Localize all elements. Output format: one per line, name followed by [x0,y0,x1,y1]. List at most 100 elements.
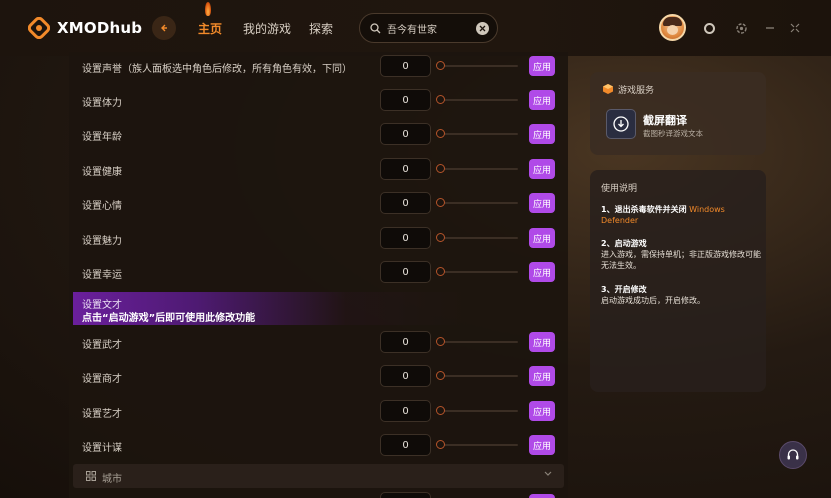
locked-option-banner: 设置文才 点击“启动游戏”后即可使用此修改功能 [73,292,568,325]
value-input[interactable] [380,434,431,456]
apply-button[interactable]: 应用 [529,124,555,144]
settings-icon[interactable] [733,20,749,36]
service-item-name[interactable]: 截屏翻译 [643,112,687,128]
help-step-3: 3、开启修改 启动游戏成功后，开启修改。 [601,284,761,306]
slider-track[interactable] [438,202,518,204]
section-header-city[interactable]: 城市 [73,464,564,488]
value-input[interactable] [380,123,431,145]
slider-track[interactable] [438,410,518,412]
option-label: 设置商才 [82,374,122,385]
app-logo[interactable]: XMODhub [28,16,142,40]
slider-track[interactable] [438,444,518,446]
option-label: 设置心情 [82,201,122,212]
option-row: 设置武才 应用 [69,326,568,360]
minimize-button[interactable] [762,20,778,36]
help-title: 使用说明 [601,184,638,194]
slider-track[interactable] [438,341,518,343]
option-row: 设置魅力 应用 [69,222,568,256]
option-row: 设置健康 应用 [69,153,568,187]
help-step-2: 2、启动游戏 进入游戏，需保持单机；非正版游戏修改可能无法生效。 [601,238,761,271]
step2-body: 进入游戏，需保持单机；非正版游戏修改可能无法生效。 [601,250,761,270]
clear-search-button[interactable] [476,22,489,35]
apply-button[interactable]: 应用 [529,228,555,248]
slider-thumb[interactable] [436,129,445,138]
xmod-logo-icon [28,17,50,39]
tab-home[interactable]: 主页 [198,20,222,37]
step1-title: 1、退出杀毒软件并关闭 [601,205,687,214]
slider-thumb[interactable] [436,406,445,415]
screenshot-translate-tile[interactable] [606,109,636,139]
slider-thumb[interactable] [436,233,445,242]
slider-track[interactable] [438,65,518,67]
apply-button[interactable]: 应用 [529,262,555,282]
apply-button[interactable]: 应用 [529,366,555,386]
slider-track[interactable] [438,168,518,170]
banner-warning: 点击“启动游戏”后即可使用此修改功能 [82,313,256,324]
apply-button[interactable]: 应用 [529,56,555,76]
minimize-icon [766,27,774,29]
apply-button[interactable]: 应用 [529,332,555,352]
search-icon [370,22,381,33]
slider-thumb[interactable] [436,198,445,207]
value-input[interactable] [380,331,431,353]
slider-thumb[interactable] [436,440,445,449]
slider-track[interactable] [438,99,518,101]
grid-icon [86,471,96,481]
slider-thumb[interactable] [436,61,445,70]
option-row: 设置商才 应用 [69,360,568,394]
back-button[interactable] [152,16,176,40]
step3-title: 3、开启修改 [601,285,647,294]
game-service-card: 游戏服务 截屏翻译 截图秒译游戏文本 [590,72,766,155]
slider-track[interactable] [438,375,518,377]
apply-button[interactable]: 应用 [529,435,555,455]
value-input[interactable] [380,192,431,214]
slider-track[interactable] [438,237,518,239]
usage-instructions-card: 使用说明 1、退出杀毒软件并关闭 Windows Defender 2、启动游戏… [590,170,766,392]
apply-button[interactable]: 应用 [529,193,555,213]
apply-button[interactable]: 应用 [529,90,555,110]
value-input[interactable] [380,55,431,77]
option-row: 设置心情 应用 [69,187,568,221]
apply-button[interactable]: 应用 [529,401,555,421]
support-button[interactable] [779,441,807,469]
search-input[interactable] [387,22,471,34]
value-input[interactable] [380,400,431,422]
chevron-down-icon [544,470,552,480]
value-input[interactable] [380,365,431,387]
option-row: 设置体力 应用 [69,84,568,118]
option-label: 设置体力 [82,98,122,109]
section-label: 城市 [102,474,122,485]
slider-thumb[interactable] [436,164,445,173]
slider-thumb[interactable] [436,95,445,104]
slider-track[interactable] [438,271,518,273]
tab-explore[interactable]: 探索 [309,20,333,37]
mod-options-panel: 设置声誉（族人面板选中角色后修改，所有角色有效，下同） 应用 设置体力 应用 设… [69,52,568,498]
gear-icon [735,22,747,34]
apply-button[interactable]: 应用 [529,159,555,179]
value-input[interactable] [380,89,431,111]
option-row: 设置幸运 应用 [69,256,568,290]
slider-track[interactable] [438,133,518,135]
value-input[interactable] [380,492,431,498]
slider-thumb[interactable] [436,267,445,276]
value-input[interactable] [380,227,431,249]
user-avatar[interactable] [659,14,686,41]
service-item-desc: 截图秒译游戏文本 [643,129,703,138]
option-row: 设置声誉（族人面板选中角色后修改，所有角色有效，下同） 应用 [69,52,568,84]
slider-thumb[interactable] [436,337,445,346]
step2-title: 2、启动游戏 [601,239,647,248]
close-window-button[interactable] [787,20,803,36]
slider-thumb[interactable] [436,371,445,380]
option-label: 设置魅力 [82,236,122,247]
value-input[interactable] [380,158,431,180]
notification-icon[interactable] [701,20,717,36]
apply-button[interactable] [529,494,555,498]
option-label: 设置幸运 [82,270,122,281]
search-box[interactable] [359,13,498,43]
active-tab-flame-icon [205,2,211,16]
tab-my-games[interactable]: 我的游戏 [243,20,291,37]
arrow-left-icon [161,24,167,32]
option-row: 设置年龄 应用 [69,118,568,152]
value-input[interactable] [380,261,431,283]
option-label: 设置艺才 [82,409,122,420]
